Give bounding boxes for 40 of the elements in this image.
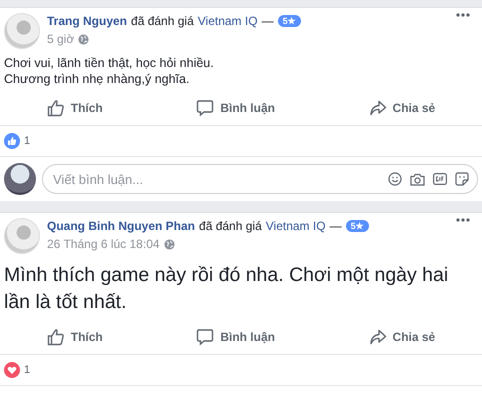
review-action-text: đã đánh giá (199, 219, 262, 233)
share-arrow-icon (368, 328, 387, 346)
like-button[interactable]: Thích (36, 95, 113, 121)
post-time[interactable]: 26 Tháng 6 lúc 18:04 (47, 237, 160, 251)
rating-badge: 5★ (278, 15, 301, 27)
share-arrow-icon (368, 99, 387, 117)
gif-icon[interactable] (433, 173, 447, 185)
dash-separator: — (262, 14, 274, 28)
comment-button[interactable]: Bình luận (186, 95, 285, 121)
camera-icon[interactable] (410, 172, 425, 186)
post-text: Mình thích game này rồi đó nha. Chơi một ngày hai lần là tốt nhất. (4, 263, 450, 315)
thumbs-up-icon (46, 99, 65, 117)
user-avatar (4, 163, 36, 195)
speech-bubble-icon (196, 99, 214, 117)
reaction-count[interactable]: 1 (24, 364, 30, 376)
more-options-icon[interactable] (456, 13, 470, 17)
page-name[interactable]: Vietnam IQ (266, 219, 326, 233)
dash-separator: — (330, 219, 342, 233)
share-button[interactable]: Chia sẻ (358, 95, 446, 121)
share-button[interactable]: Chia sẻ (358, 324, 446, 350)
reaction-count[interactable]: 1 (24, 135, 30, 147)
post-text: Chơi vui, lãnh tiền thật, học hỏi nhiều. (4, 55, 215, 71)
post-text: Chương trình nhẹ nhàng,ý nghĩa. (4, 71, 190, 87)
globe-icon (164, 238, 175, 250)
globe-icon (78, 34, 90, 44)
page-name[interactable]: Vietnam IQ (198, 14, 258, 28)
smiley-icon[interactable] (388, 172, 402, 186)
rating-badge: 5★ (346, 220, 369, 232)
review-action-text: đã đánh giá (131, 14, 194, 28)
comment-button[interactable]: Bình luận (186, 324, 285, 350)
author-name[interactable]: Quang Binh Nguyen Phan (47, 219, 196, 233)
more-options-icon[interactable] (456, 218, 470, 222)
thumbs-up-icon (46, 328, 65, 346)
speech-bubble-icon (196, 328, 214, 346)
comment-box[interactable]: Viết bình luận... (42, 164, 478, 194)
like-button[interactable]: Thích (36, 324, 113, 350)
post-time[interactable]: 5 giờ (47, 32, 74, 46)
comment-field[interactable]: Viết bình luận... (51, 170, 380, 188)
sticker-icon[interactable] (455, 172, 469, 186)
author-name[interactable]: Trang Nguyen (47, 14, 128, 28)
